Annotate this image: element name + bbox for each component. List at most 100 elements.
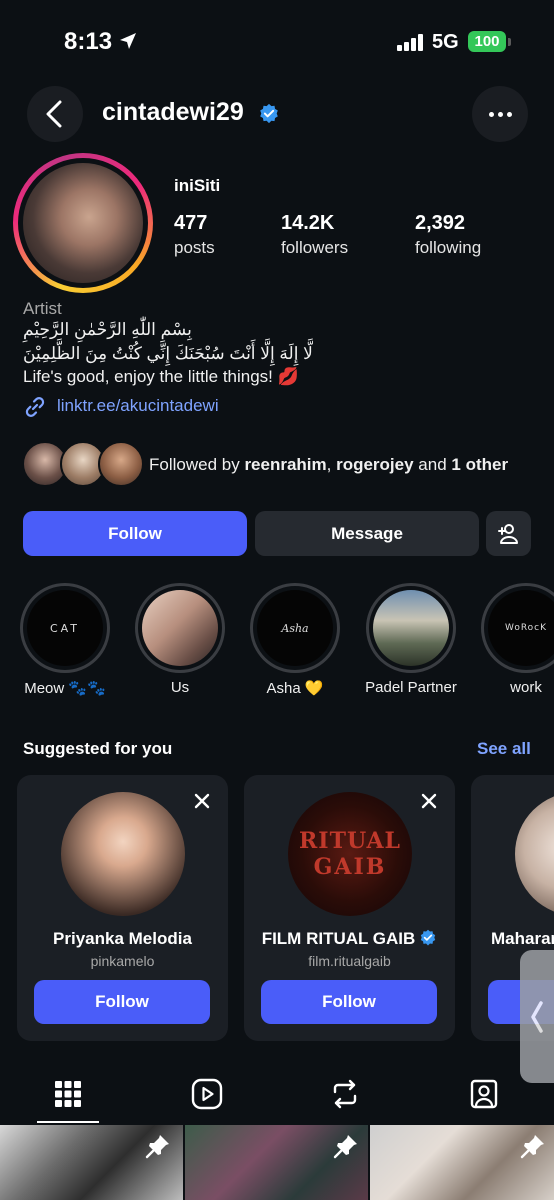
battery-tip bbox=[508, 38, 511, 46]
profile-avatar bbox=[23, 163, 143, 283]
tagged-person-icon bbox=[470, 1079, 498, 1109]
post-thumbnail[interactable] bbox=[370, 1125, 554, 1200]
profile-tab-bar bbox=[0, 1063, 554, 1125]
highlight-padel-partner[interactable]: Padel Partner bbox=[365, 583, 457, 696]
highlight-ring bbox=[135, 583, 225, 673]
repost-icon bbox=[333, 1079, 357, 1109]
stat-followers-value: 14.2K bbox=[281, 212, 335, 234]
see-all-link[interactable]: See all bbox=[477, 739, 531, 759]
highlight-cover bbox=[373, 590, 449, 666]
suggestion-avatar[interactable]: RITUAL GAIB bbox=[288, 792, 412, 916]
highlight-cover: WoRocK bbox=[488, 590, 554, 666]
poster-text: GAIB bbox=[313, 854, 387, 880]
chevron-left-icon bbox=[531, 1000, 543, 1033]
followed-by-text[interactable]: Followed by reenrahim, rogerojey and 1 o… bbox=[149, 455, 508, 475]
highlight-label: Us bbox=[170, 679, 190, 696]
highlight-ring bbox=[366, 583, 456, 673]
suggestion-avatar[interactable] bbox=[61, 792, 185, 916]
mutual-avatar bbox=[98, 441, 144, 487]
highlight-asha[interactable]: Asha Asha 💛 bbox=[250, 583, 340, 697]
post-thumbnail[interactable] bbox=[185, 1125, 368, 1200]
stat-followers[interactable]: 14.2K followers bbox=[281, 212, 348, 258]
active-tab-indicator bbox=[37, 1121, 99, 1123]
pin-icon bbox=[520, 1135, 544, 1159]
tab-posts-grid[interactable] bbox=[51, 1077, 85, 1111]
mutual-followers-avatars[interactable] bbox=[22, 441, 144, 487]
suggestion-name: Maharan bbox=[491, 929, 554, 948]
highlight-label: Asha 💛 bbox=[266, 680, 324, 697]
dot-icon bbox=[497, 111, 503, 117]
mutual-others: 1 other bbox=[451, 455, 509, 474]
follow-button[interactable]: Follow bbox=[23, 511, 247, 556]
followed-by-mid: and bbox=[413, 455, 452, 474]
suggestion-card[interactable]: Priyanka Melodia pinkamelo Follow bbox=[17, 775, 228, 1041]
highlight-cover: Asha bbox=[257, 590, 333, 666]
post-thumbnail[interactable] bbox=[0, 1125, 183, 1200]
followed-by-prefix: Followed by bbox=[149, 455, 245, 474]
stat-followers-label: followers bbox=[281, 238, 349, 257]
profile-avatar-story-ring[interactable] bbox=[13, 153, 153, 293]
bio-link[interactable]: linktr.ee/akucintadewi bbox=[57, 396, 219, 416]
stat-posts-label: posts bbox=[174, 238, 215, 257]
poster-text: RITUAL bbox=[299, 828, 401, 854]
highlight-label: Padel Partner bbox=[365, 679, 457, 696]
status-time: 8:13 bbox=[64, 28, 113, 55]
bio-arabic-line-1: بِسْمِ اللّٰهِ الرَّحْمٰنِ الرَّحِيْمِ bbox=[23, 320, 192, 339]
suggest-accounts-button[interactable] bbox=[486, 511, 531, 556]
suggestion-handle: pinkamelo bbox=[90, 953, 155, 969]
battery-icon: 100 bbox=[468, 31, 506, 52]
signal-bars-icon bbox=[397, 33, 427, 51]
grid-icon bbox=[55, 1081, 81, 1107]
stat-following-label: following bbox=[415, 238, 482, 257]
bio-arabic-line-2: لَّا إِلَهَ إِلَّا أَنْتَ سُبْحَنَكَ إِن… bbox=[23, 344, 313, 363]
dot-icon bbox=[506, 111, 512, 117]
highlight-cover bbox=[142, 590, 218, 666]
stat-following[interactable]: 2,392 following bbox=[415, 212, 481, 258]
display-name: iniSiti bbox=[174, 176, 221, 195]
close-icon[interactable] bbox=[419, 791, 439, 811]
link-icon bbox=[25, 397, 45, 417]
suggestion-name-row: FILM RITUAL GAIB bbox=[244, 929, 455, 949]
suggestion-name: FILM RITUAL GAIB bbox=[261, 929, 416, 948]
suggestion-avatar[interactable] bbox=[515, 792, 554, 916]
verified-badge-icon bbox=[260, 103, 278, 124]
bio-english-line: Life's good, enjoy the little things! 💋 bbox=[23, 367, 299, 386]
highlight-label: Meow 🐾🐾 bbox=[24, 680, 106, 697]
message-button[interactable]: Message bbox=[255, 511, 479, 556]
highlight-cover: CAT bbox=[27, 590, 103, 666]
mutual-user-1: reenrahim bbox=[244, 455, 327, 474]
reels-icon bbox=[191, 1078, 223, 1110]
highlight-ring: WoRocK bbox=[481, 583, 554, 673]
tab-reposts[interactable] bbox=[328, 1077, 362, 1111]
mutual-user-2: rogerojey bbox=[336, 455, 414, 474]
back-button[interactable] bbox=[27, 86, 83, 142]
highlight-ring: CAT bbox=[20, 583, 110, 673]
chevron-left-icon bbox=[46, 100, 62, 128]
suggested-title: Suggested for you bbox=[23, 739, 173, 758]
verified-badge-icon bbox=[421, 929, 436, 946]
highlight-us[interactable]: Us bbox=[135, 583, 225, 696]
tab-tagged[interactable] bbox=[467, 1077, 501, 1111]
close-icon[interactable] bbox=[192, 791, 212, 811]
stat-following-value: 2,392 bbox=[415, 212, 466, 234]
stat-posts-value: 477 bbox=[174, 212, 208, 234]
stat-posts[interactable]: 477 posts bbox=[174, 212, 215, 258]
more-options-button[interactable] bbox=[472, 86, 528, 142]
suggestion-name: Priyanka Melodia bbox=[53, 929, 192, 948]
followed-by-sep: , bbox=[326, 455, 337, 474]
suggestion-handle: film.ritualgaib bbox=[308, 953, 391, 969]
tab-reels[interactable] bbox=[190, 1077, 224, 1111]
suggestion-follow-button[interactable]: Follow bbox=[261, 980, 437, 1024]
highlight-work[interactable]: WoRocK work bbox=[481, 583, 554, 696]
suggestion-card[interactable]: RITUAL GAIB FILM RITUAL GAIB film.ritual… bbox=[244, 775, 455, 1041]
location-arrow-icon bbox=[120, 33, 136, 49]
highlight-label: work bbox=[510, 679, 542, 696]
pin-icon bbox=[333, 1135, 357, 1159]
dot-icon bbox=[488, 111, 494, 117]
highlight-meow[interactable]: CAT Meow 🐾🐾 bbox=[20, 583, 110, 697]
pin-icon bbox=[145, 1135, 169, 1159]
profile-avatar-border bbox=[18, 158, 148, 288]
suggestion-follow-button[interactable]: Follow bbox=[34, 980, 210, 1024]
profile-username: cintadewi29 bbox=[102, 98, 244, 126]
profile-category: Artist bbox=[23, 299, 62, 318]
